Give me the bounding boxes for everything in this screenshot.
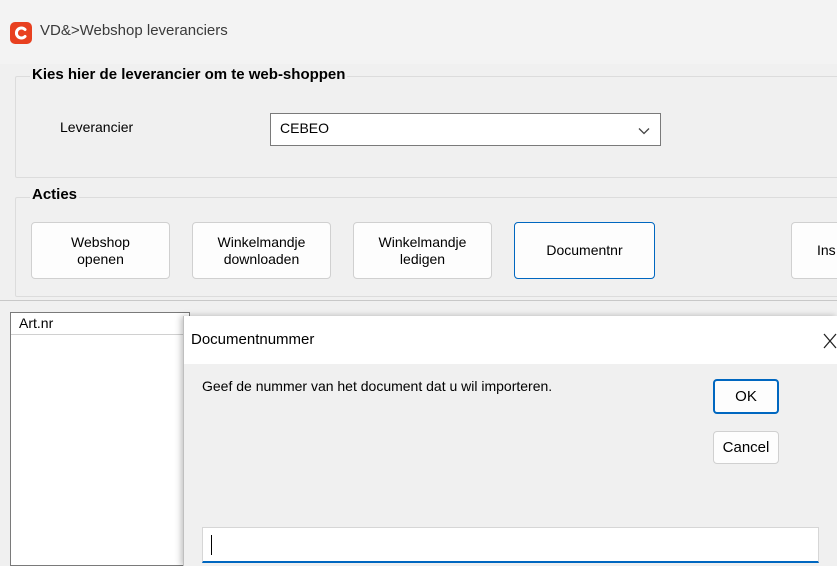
article-grid[interactable]: Art.nr [10, 312, 190, 566]
cancel-label: Cancel [722, 439, 770, 456]
cart-download-line2: downloaden [223, 250, 300, 267]
cart-empty-button[interactable]: Winkelmandje ledigen [353, 222, 492, 279]
documentnummer-dialog: Documentnummer Geef de nummer van het do… [183, 316, 837, 566]
cart-download-button[interactable]: Winkelmandje downloaden [192, 222, 331, 279]
documentnr-label: Documentnr [546, 242, 623, 258]
supplier-dropdown[interactable]: CEBEO [270, 113, 661, 146]
cart-empty-line2: ledigen [399, 250, 446, 267]
window-title: VD&>Webshop leveranciers [40, 22, 228, 39]
grid-column-header[interactable]: Art.nr [19, 315, 53, 331]
webshop-open-line2: openen [77, 250, 124, 267]
supplier-field-label: Leverancier [60, 119, 134, 135]
dialog-prompt: Geef de nummer van het document dat u wi… [202, 378, 553, 394]
documentnr-button[interactable]: Documentnr [514, 222, 655, 279]
cancel-button[interactable]: Cancel [713, 431, 779, 464]
cart-download-line1: Winkelmandje [217, 233, 306, 250]
app-logo-icon [10, 22, 32, 44]
chevron-down-icon [638, 124, 650, 140]
actions-group-label: Acties [30, 186, 80, 203]
close-icon [823, 333, 837, 349]
ok-button[interactable]: OK [713, 379, 779, 414]
document-number-input[interactable] [202, 527, 819, 563]
webshop-open-line1: Webshop [71, 233, 130, 250]
section-divider [0, 300, 837, 301]
supplier-group-label: Kies hier de leverancier om te web-shopp… [30, 66, 348, 83]
grid-header-row: Art.nr [11, 313, 189, 335]
dialog-close-button[interactable] [823, 328, 837, 354]
dialog-title: Documentnummer [191, 331, 315, 348]
cart-empty-line1: Winkelmandje [378, 233, 467, 250]
ins-button[interactable]: Ins [791, 222, 837, 279]
ins-label: Ins [817, 242, 836, 258]
ok-label: OK [735, 388, 757, 405]
dialog-titlebar: Documentnummer [184, 316, 837, 364]
supplier-dropdown-value: CEBEO [280, 120, 330, 136]
window-titlebar: VD&>Webshop leveranciers [0, 0, 837, 64]
text-caret [211, 535, 212, 555]
webshop-open-button[interactable]: Webshop openen [31, 222, 170, 279]
